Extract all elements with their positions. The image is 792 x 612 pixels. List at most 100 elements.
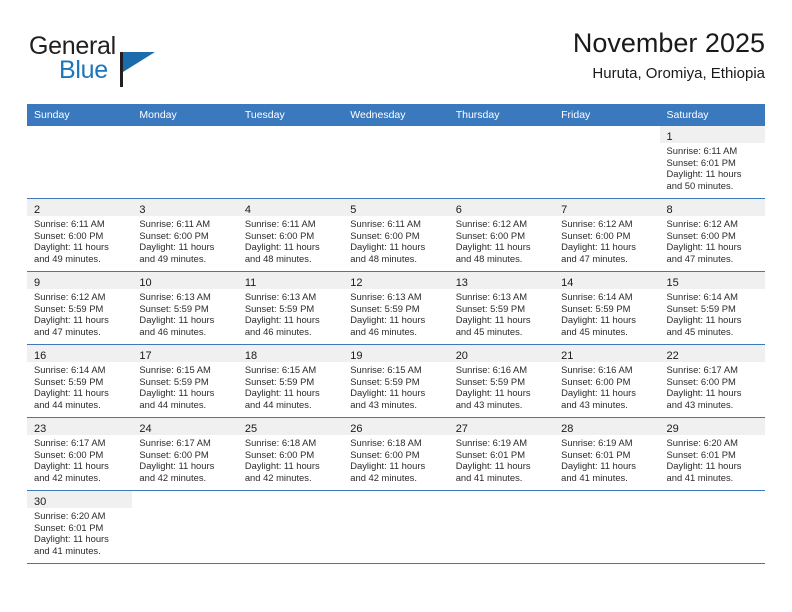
day-detail-line: Sunset: 6:00 PM (244, 448, 315, 460)
calendar-day-cell[interactable]: 9 Sunrise: 6:12 AM Sunset: 5:59 PM Daylight… (27, 271, 133, 345)
day-details: Sunrise: 6:17 AM Sunset: 6:00 PM Daylight:… (660, 362, 765, 410)
day-detail-line: Sunrise: 6:11 AM (350, 218, 421, 229)
day-number: 14 (561, 277, 574, 289)
day-detail-line: and 42 minutes. (34, 471, 101, 483)
day-detail-line: and 48 minutes. (350, 252, 417, 264)
day-detail-line: and 42 minutes. (350, 471, 417, 483)
day-detail-line: and 45 minutes. (455, 325, 523, 337)
calendar-day-cell[interactable]: 3 Sunrise: 6:11 AM Sunset: 6:00 PM Daylight… (132, 198, 238, 272)
day-details: Sunrise: 6:14 AM Sunset: 5:59 PM Daylight:… (554, 289, 659, 337)
day-detail-line: Sunset: 6:00 PM (139, 229, 209, 241)
calendar-table: Sunday Monday Tuesday Wednesday Thursday… (27, 104, 765, 564)
day-detail-line: Daylight: 11 hours (666, 460, 742, 472)
day-detail-line: Daylight: 11 hours (34, 241, 109, 253)
calendar-day-cell[interactable]: 12 Sunrise: 6:13 AM Sunset: 5:59 PM Dayligh… (343, 271, 449, 345)
weekday-header-tuesday: Tuesday (237, 104, 344, 126)
day-detail-line: Sunset: 6:01 PM (34, 521, 104, 533)
day-number: 13 (455, 277, 468, 289)
calendar-day-cell[interactable]: 4 Sunrise: 6:11 AM Sunset: 6:00 PM Daylight… (237, 198, 344, 272)
calendar-day-cell[interactable]: 30 Sunrise: 6:20 AM Sunset: 6:01 PM Dayligh… (27, 490, 133, 564)
calendar-day-cell[interactable]: 10 Sunrise: 6:13 AM Sunset: 5:59 PM Dayligh… (132, 271, 238, 345)
calendar-day-cell[interactable]: 17 Sunrise: 6:15 AM Sunset: 5:59 PM Dayligh… (132, 344, 238, 418)
day-details: Sunrise: 6:20 AM Sunset: 6:01 PM Daylight:… (660, 435, 765, 483)
calendar-day-cell[interactable]: 22 Sunrise: 6:17 AM Sunset: 6:00 PM Dayligh… (659, 344, 765, 418)
calendar-week-row: 16 Sunrise: 6:14 AM Sunset: 5:59 PM Dayligh… (27, 344, 765, 418)
calendar-day-cell[interactable]: 23 Sunrise: 6:17 AM Sunset: 6:00 PM Dayligh… (27, 417, 133, 491)
calendar-day-cell[interactable]: 29 Sunrise: 6:20 AM Sunset: 6:01 PM Dayligh… (659, 417, 765, 491)
calendar-day-cell[interactable]: 19 Sunrise: 6:15 AM Sunset: 5:59 PM Dayligh… (343, 344, 449, 418)
calendar-day-cell[interactable]: 11 Sunrise: 6:13 AM Sunset: 5:59 PM Dayligh… (237, 271, 344, 345)
calendar-day-cell[interactable]: 28 Sunrise: 6:19 AM Sunset: 6:01 PM Dayligh… (554, 417, 660, 491)
day-detail-line: Sunset: 5:59 PM (455, 375, 525, 387)
calendar-day-cell[interactable]: 27 Sunrise: 6:19 AM Sunset: 6:01 PM Dayligh… (448, 417, 555, 491)
calendar-empty-cell (448, 490, 555, 564)
calendar-day-cell[interactable]: 7 Sunrise: 6:12 AM Sunset: 6:00 PM Daylight… (554, 198, 660, 272)
calendar-day-cell[interactable]: 20 Sunrise: 6:16 AM Sunset: 5:59 PM Dayligh… (448, 344, 555, 418)
calendar-day-cell[interactable]: 26 Sunrise: 6:18 AM Sunset: 6:00 PM Dayligh… (343, 417, 449, 491)
calendar-week-row: 30 Sunrise: 6:20 AM Sunset: 6:01 PM Dayligh… (27, 490, 765, 564)
day-detail-line: Sunset: 6:01 PM (561, 448, 631, 460)
day-number: 22 (666, 350, 679, 362)
day-details: Sunrise: 6:13 AM Sunset: 5:59 PM Daylight:… (449, 289, 554, 337)
day-detail-line: Sunrise: 6:12 AM (666, 218, 738, 229)
calendar-day-cell[interactable]: 25 Sunrise: 6:18 AM Sunset: 6:00 PM Dayligh… (237, 417, 344, 491)
calendar-day-cell[interactable]: 2 Sunrise: 6:11 AM Sunset: 6:00 PM Daylight… (27, 198, 133, 272)
weekday-header-sunday: Sunday (27, 104, 133, 126)
day-detail-line: Sunset: 6:00 PM (561, 375, 631, 387)
day-detail-line: Daylight: 11 hours (350, 387, 426, 399)
day-number: 5 (350, 204, 357, 216)
calendar-day-cell[interactable]: 16 Sunrise: 6:14 AM Sunset: 5:59 PM Dayligh… (27, 344, 133, 418)
day-details: Sunrise: 6:20 AM Sunset: 6:01 PM Daylight:… (27, 508, 132, 556)
calendar-day-cell[interactable]: 24 Sunrise: 6:17 AM Sunset: 6:00 PM Dayligh… (132, 417, 238, 491)
calendar-day-cell[interactable]: 5 Sunrise: 6:11 AM Sunset: 6:00 PM Daylight… (343, 198, 449, 272)
day-details: Sunrise: 6:16 AM Sunset: 5:59 PM Daylight:… (449, 362, 554, 410)
day-detail-line: Daylight: 11 hours (455, 241, 531, 253)
day-number: 21 (561, 350, 574, 362)
calendar-day-cell[interactable]: 14 Sunrise: 6:14 AM Sunset: 5:59 PM Dayligh… (554, 271, 660, 345)
calendar-empty-cell (27, 126, 133, 199)
day-detail-line: Sunrise: 6:15 AM (244, 364, 317, 375)
day-detail-line: and 45 minutes. (561, 325, 628, 337)
calendar-empty-cell (132, 126, 238, 199)
calendar-empty-cell (237, 490, 344, 564)
day-details: Sunrise: 6:11 AM Sunset: 6:00 PM Daylight:… (27, 216, 132, 264)
calendar-day-cell[interactable]: 18 Sunrise: 6:15 AM Sunset: 5:59 PM Dayligh… (237, 344, 344, 418)
day-detail-line: Sunrise: 6:19 AM (455, 437, 528, 448)
day-detail-line: and 49 minutes. (139, 252, 207, 264)
calendar-day-cell[interactable]: 13 Sunrise: 6:13 AM Sunset: 5:59 PM Dayligh… (448, 271, 555, 345)
day-detail-line: Daylight: 11 hours (34, 460, 109, 472)
day-details: Sunrise: 6:13 AM Sunset: 5:59 PM Daylight:… (132, 289, 237, 337)
day-detail-line: Sunset: 5:59 PM (139, 375, 209, 387)
day-detail-line: Sunset: 6:00 PM (244, 229, 315, 241)
day-detail-line: Sunrise: 6:12 AM (455, 218, 528, 229)
calendar-day-cell[interactable]: 21 Sunrise: 6:16 AM Sunset: 6:00 PM Dayligh… (554, 344, 660, 418)
day-detail-line: Daylight: 11 hours (139, 460, 215, 472)
day-detail-line: Sunrise: 6:14 AM (34, 364, 106, 375)
day-detail-line: Daylight: 11 hours (350, 460, 426, 472)
day-detail-line: and 47 minutes. (561, 252, 628, 264)
day-detail-line: and 44 minutes. (34, 398, 101, 410)
day-detail-line: Daylight: 11 hours (244, 460, 320, 472)
day-number: 4 (244, 204, 251, 216)
day-detail-line: Sunrise: 6:15 AM (350, 364, 422, 375)
day-detail-line: Sunrise: 6:16 AM (455, 364, 528, 375)
brand-logo[interactable]: General Blue (27, 34, 177, 94)
day-number: 28 (561, 423, 574, 435)
day-detail-line: Sunset: 6:01 PM (455, 448, 525, 460)
day-number: 11 (244, 277, 257, 289)
day-detail-line: Daylight: 11 hours (350, 241, 426, 253)
calendar-day-cell[interactable]: 8 Sunrise: 6:12 AM Sunset: 6:00 PM Daylight… (659, 198, 765, 272)
day-detail-line: Sunrise: 6:14 AM (666, 291, 738, 302)
day-detail-line: Sunrise: 6:12 AM (561, 218, 633, 229)
day-number: 17 (139, 350, 152, 362)
calendar-day-cell[interactable]: 6 Sunrise: 6:12 AM Sunset: 6:00 PM Daylight… (448, 198, 555, 272)
day-detail-line: Sunset: 6:00 PM (34, 448, 104, 460)
day-detail-line: Sunset: 5:59 PM (350, 375, 420, 387)
calendar-day-cell[interactable]: 15 Sunrise: 6:14 AM Sunset: 5:59 PM Dayligh… (659, 271, 765, 345)
day-number: 7 (561, 204, 568, 216)
weekday-header-wednesday: Wednesday (343, 104, 449, 126)
day-detail-line: Daylight: 11 hours (666, 241, 742, 253)
calendar-day-cell[interactable]: 1 Sunrise: 6:11 AM Sunset: 6:01 PM Daylight… (659, 126, 765, 199)
calendar-empty-cell (237, 126, 344, 199)
day-detail-line: Sunrise: 6:13 AM (350, 291, 422, 302)
